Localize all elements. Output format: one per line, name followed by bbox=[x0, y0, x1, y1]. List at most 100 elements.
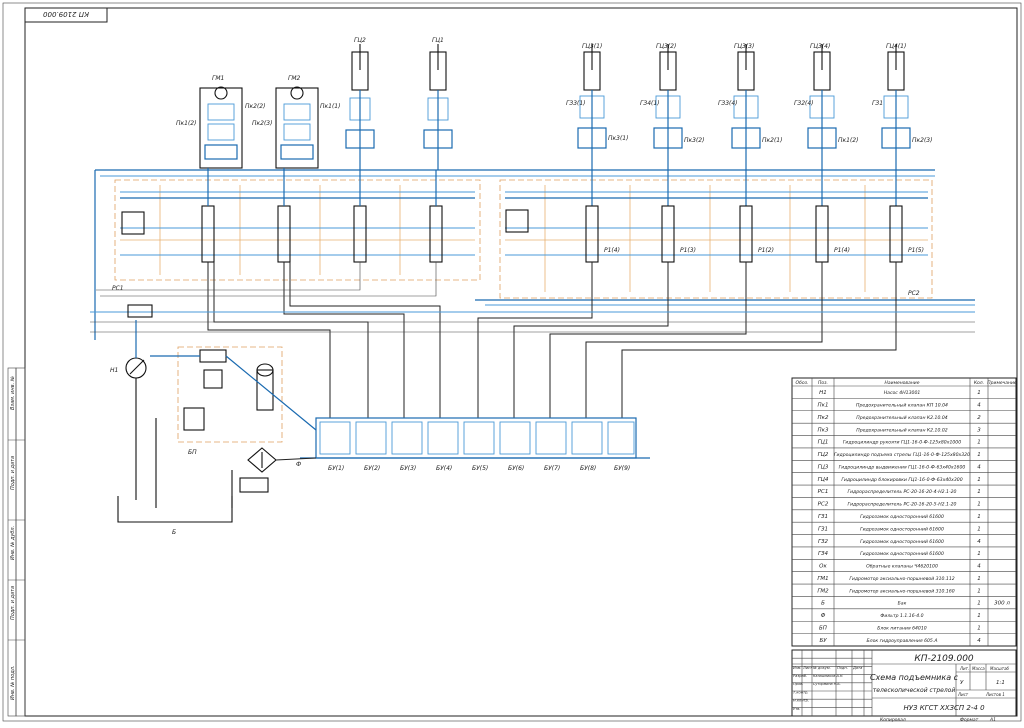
cylinder-gc3-2: ГЦ3(2) ГЗ4(1) Пк3(2) bbox=[640, 43, 704, 206]
parts-header-3: Кол. bbox=[974, 380, 984, 386]
tb-colhead-4: Дата bbox=[852, 666, 862, 670]
power-block-bp: БП bbox=[150, 346, 317, 456]
parts-row-qty: 1 bbox=[977, 588, 981, 594]
parts-row-name: Фильтр 1.1.16-4.0 bbox=[880, 613, 923, 619]
parts-row-name: Блок гидроуправления 605.А bbox=[867, 638, 938, 644]
b-label: Б bbox=[172, 529, 176, 536]
rs-section-2: Р1(3) bbox=[680, 247, 696, 254]
parts-row-pos: ГЦ3 bbox=[818, 464, 829, 470]
parts-row-pos: БП bbox=[819, 625, 827, 631]
gc3-1-label: ГЦ3(1) bbox=[582, 43, 602, 50]
parts-row-name: Гидроцилиндр блокировки ГЦ1-16-0-Ф-63х40… bbox=[841, 477, 962, 483]
distributor-rs1: РС1 bbox=[112, 179, 481, 292]
parts-header-2: Наименование bbox=[885, 380, 920, 386]
parts-header-0: Обоз. bbox=[796, 380, 809, 386]
bu-4: БУ(4) bbox=[436, 465, 452, 472]
tb-name-1: Сутормина Н.Б. bbox=[813, 682, 841, 686]
parts-row-pos: БУ bbox=[819, 638, 827, 644]
sheets-label: Листов 1 bbox=[985, 692, 1005, 697]
bp-label: БП bbox=[188, 449, 197, 456]
parts-row-name: Блок питания 64010 bbox=[877, 625, 927, 631]
rs-section-3: Р1(2) bbox=[758, 247, 774, 254]
format-label: Формат bbox=[960, 717, 979, 723]
bu-3: БУ(3) bbox=[400, 465, 416, 472]
rs-section-1: Р1(4) bbox=[604, 247, 620, 254]
tb-colhead-1: Лист bbox=[802, 666, 813, 670]
parts-row-name: Гидромотор аксиально-поршневой 310.160 bbox=[849, 588, 954, 594]
cylinder-gc2: ГЦ2 bbox=[345, 37, 375, 170]
parts-row-qty: 4 bbox=[977, 638, 981, 644]
parts-row-name: Гидрораспределитель РС-20-16-20-4-Н2.1-2… bbox=[848, 489, 957, 495]
rs1-spools bbox=[121, 168, 443, 263]
parts-row-name: Гидромотор аксиально-поршневой 310.112 bbox=[849, 576, 954, 582]
drawing-sheet: КП 2109.000 Взам. инв. № Подп. и дата Ин… bbox=[0, 0, 1024, 724]
parts-row-qty: 3 bbox=[977, 427, 981, 433]
tb-row-3: Н.контр. bbox=[793, 699, 809, 703]
stamp-top-left: КП 2109.000 bbox=[24, 7, 108, 23]
gm2-label: ГМ2 bbox=[288, 75, 301, 82]
parts-row-qty: 1 bbox=[977, 576, 981, 582]
f-label: Ф bbox=[296, 461, 301, 468]
gc2-label: ГЦ2 bbox=[354, 37, 366, 44]
margin-label-1: Взам. инв. № bbox=[10, 376, 16, 410]
gc1-label: ГЦ1 bbox=[432, 37, 444, 44]
control-blocks: БУ(1) БУ(2) БУ(3) БУ(4) БУ(5) БУ(6) БУ(7… bbox=[300, 417, 650, 472]
parts-row-name: Гидроцилиндр подъема стрелы ГЦ1-16-0-Ф-1… bbox=[834, 452, 970, 458]
motor-gm2: ГМ2 Пк2(3) Пк1(1) bbox=[252, 75, 340, 169]
parts-row-qty: 1 bbox=[977, 601, 981, 607]
parts-row-pos: Пк3 bbox=[818, 427, 829, 433]
parts-row-name: Гидрозамок односторонний 61600 bbox=[860, 514, 944, 520]
parts-row-qty: 4 bbox=[977, 464, 981, 470]
parts-row-qty: 1 bbox=[977, 440, 981, 446]
cylinder-gc3-4: ГЦ3(4) ГЗ2(4) Пк1(2) bbox=[794, 43, 858, 206]
parts-list: Обоз. Поз. Наименование Кол. Примечание Н1 Нас… bbox=[791, 377, 1017, 647]
parts-row-qty: 1 bbox=[977, 625, 981, 631]
parts-row-pos: РС1 bbox=[818, 489, 829, 495]
gc4-label: ГЦ4(1) bbox=[886, 43, 906, 50]
parts-row-qty: 2 bbox=[977, 415, 981, 421]
parts-row-qty: 1 bbox=[977, 514, 981, 520]
parts-row-pos: ГЦ2 bbox=[818, 452, 829, 458]
parts-row-pos: Ок bbox=[819, 564, 827, 570]
parts-row-note: 300 л bbox=[994, 601, 1010, 607]
gz-3-label: ГЗ3(4) bbox=[718, 100, 738, 107]
parts-row-qty: 1 bbox=[977, 502, 981, 508]
parts-row-pos: Б bbox=[821, 601, 825, 607]
parts-row-name: Гидрозамок односторонний 61600 bbox=[860, 551, 944, 557]
bu-8: БУ(8) bbox=[580, 465, 596, 472]
parts-row-qty: 1 bbox=[977, 477, 981, 483]
gm1-label: ГМ1 bbox=[212, 75, 224, 82]
parts-row-pos: ГЗ1 bbox=[818, 514, 828, 520]
parts-row-pos: ГЗ2 bbox=[818, 539, 829, 545]
gz-4-label: ГЗ2(4) bbox=[794, 100, 814, 107]
tb-colhead-3: Подп. bbox=[837, 666, 848, 670]
parts-row-pos: ГЗ1 bbox=[818, 526, 828, 532]
title-name-2: телескопической стрелой bbox=[873, 687, 956, 694]
parts-row-name: Предохранительный клапан КП 10.04 bbox=[856, 403, 948, 409]
parts-row-pos: Ф bbox=[821, 613, 826, 619]
parts-row-qty: 4 bbox=[977, 539, 981, 545]
parts-row-qty: 1 bbox=[977, 489, 981, 495]
right-cylinders: ГЦ3(1) ГЗ3(1) Пк3(1) ГЦ3(2) ГЗ4(1) Пк3(2… bbox=[566, 43, 932, 206]
hydraulic-schematic: КП 2109.000 Взам. инв. № Подп. и дата Ин… bbox=[2, 2, 1022, 723]
pressure-buses bbox=[94, 169, 975, 340]
inner-frame bbox=[24, 7, 1018, 717]
pk-left-1: Пк1(2) bbox=[176, 120, 196, 127]
lit-head: Лит. bbox=[959, 666, 969, 671]
parts-row-qty: 1 bbox=[977, 551, 981, 557]
rs1-label: РС1 bbox=[112, 285, 124, 292]
pk-valve-4: Пк1(2) bbox=[838, 137, 858, 144]
title-block: Изм. Лист № докум. Подп. ДатаРазраб.Пров.Т.к… bbox=[791, 649, 1017, 717]
tb-row-2: Т.контр. bbox=[793, 690, 809, 694]
parts-row-name: Гидрораспределитель РС-20-16-20-5-Н2.1-2… bbox=[848, 502, 957, 508]
parts-row-qty: 1 bbox=[977, 613, 981, 619]
parts-row-pos: РС2 bbox=[818, 502, 829, 508]
parts-row-name: Бак bbox=[898, 601, 907, 607]
cylinder-gc3-3: ГЦ3(3) ГЗ3(4) Пк2(1) bbox=[718, 43, 782, 206]
pk-left-2: Пк2(2) bbox=[245, 103, 265, 110]
tb-row-4: Утв. bbox=[793, 707, 801, 711]
gz-5-label: ГЗ1 bbox=[872, 100, 883, 107]
tb-colhead-0: Изм. bbox=[793, 666, 801, 670]
gc3-2-label: ГЦ3(2) bbox=[656, 43, 676, 50]
parts-row-pos: Пк2 bbox=[818, 415, 829, 421]
